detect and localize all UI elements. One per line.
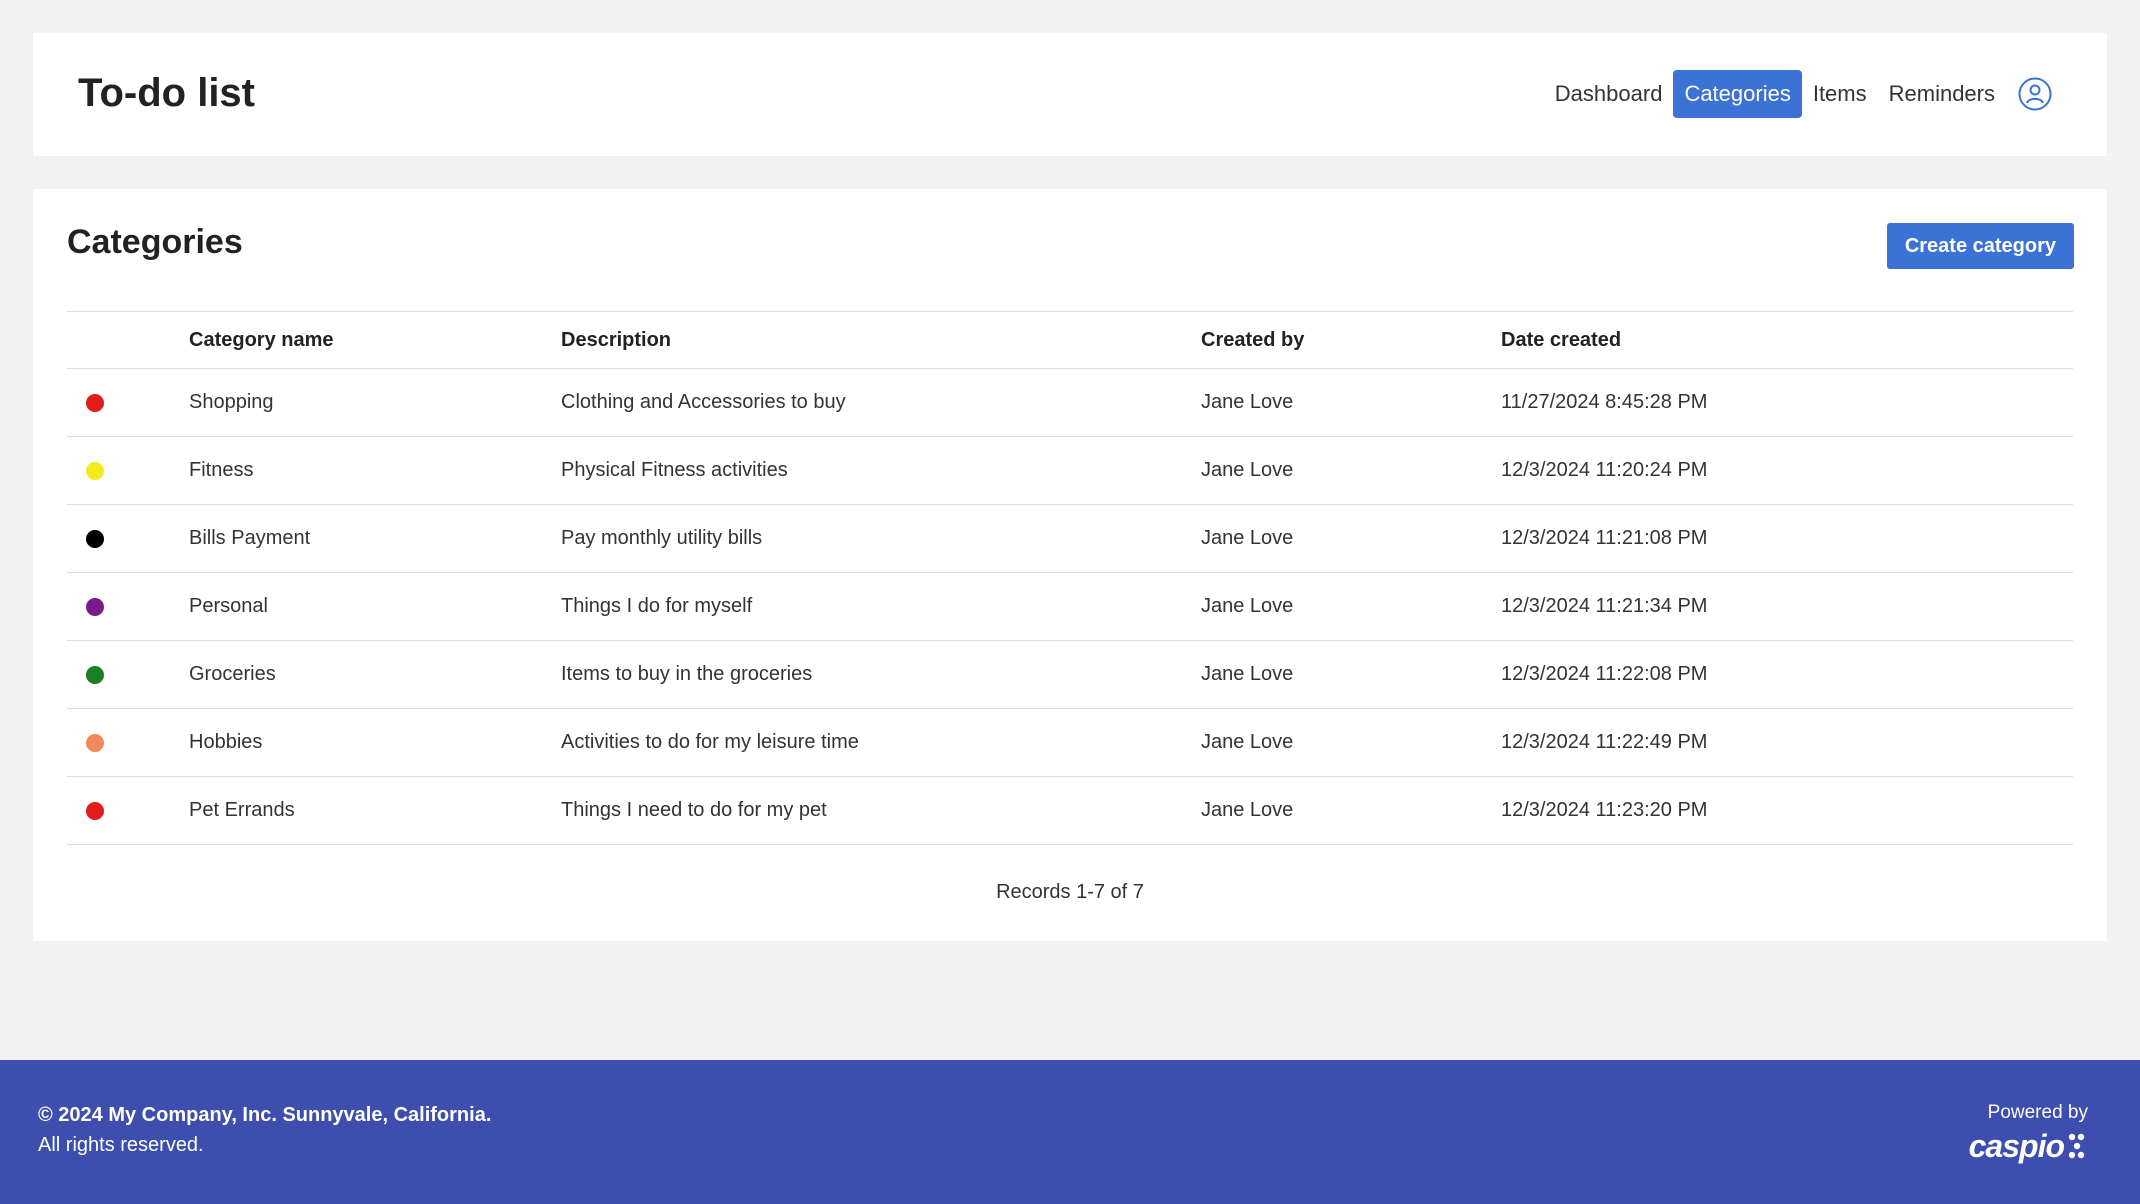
date-created-cell: 12/3/2024 11:22:49 PM — [1501, 708, 2073, 777]
brand-name: caspio — [1968, 1128, 2065, 1164]
color-cell — [67, 776, 189, 845]
page-title: Categories — [67, 223, 243, 261]
date-created-cell: 12/3/2024 11:21:34 PM — [1501, 572, 2073, 641]
table-row[interactable]: Groceries Items to buy in the groceries Ja… — [67, 640, 2073, 709]
category-name-cell: Personal — [189, 572, 561, 641]
table-row[interactable]: Fitness Physical Fitness activities Jane L… — [67, 436, 2073, 505]
category-color-dot — [86, 461, 104, 480]
color-cell — [67, 572, 189, 641]
created-by-cell: Jane Love — [1201, 504, 1501, 573]
user-circle-icon[interactable] — [2018, 77, 2052, 111]
nav-categories[interactable]: Categories — [1673, 70, 1802, 118]
footer: © 2024 My Company, Inc. Sunnyvale, Calif… — [0, 1060, 2140, 1204]
category-name-cell: Groceries — [189, 640, 561, 709]
column-header-category-name[interactable]: Category name — [189, 311, 561, 369]
category-color-dot — [86, 529, 104, 548]
caspio-logo[interactable]: caspio — [1969, 1128, 2088, 1165]
app-title: To-do list — [78, 71, 255, 115]
description-cell: Things I do for myself — [561, 572, 1201, 641]
color-cell — [67, 368, 189, 437]
date-created-cell: 11/27/2024 8:45:28 PM — [1501, 368, 2073, 437]
category-name-cell: Bills Payment — [189, 504, 561, 573]
column-header-created-by[interactable]: Created by — [1201, 311, 1501, 369]
color-cell — [67, 640, 189, 709]
column-header-description[interactable]: Description — [561, 311, 1201, 369]
category-name-cell: Hobbies — [189, 708, 561, 777]
description-cell: Clothing and Accessories to buy — [561, 368, 1201, 437]
header-bar: To-do list Dashboard Categories Items Re… — [33, 33, 2107, 156]
category-color-dot — [86, 801, 104, 820]
date-created-cell: 12/3/2024 11:21:08 PM — [1501, 504, 2073, 573]
nav-reminders[interactable]: Reminders — [1878, 70, 2006, 118]
categories-panel: Categories Create category Category name… — [33, 189, 2107, 941]
nav-dashboard[interactable]: Dashboard — [1544, 70, 1674, 118]
table-row[interactable]: Bills Payment Pay monthly utility bills Ja… — [67, 504, 2073, 573]
category-color-dot — [86, 733, 104, 752]
description-cell: Items to buy in the groceries — [561, 640, 1201, 709]
color-cell — [67, 504, 189, 573]
description-cell: Pay monthly utility bills — [561, 504, 1201, 573]
column-header-date-created[interactable]: Date created — [1501, 311, 2073, 369]
table-row[interactable]: Shopping Clothing and Accessories to buy J… — [67, 368, 2073, 437]
nav-items[interactable]: Items — [1802, 70, 1878, 118]
date-created-cell: 12/3/2024 11:20:24 PM — [1501, 436, 2073, 505]
category-color-dot — [86, 393, 104, 412]
date-created-cell: 12/3/2024 11:23:20 PM — [1501, 776, 2073, 845]
created-by-cell: Jane Love — [1201, 436, 1501, 505]
powered-by-text: Powered by — [1987, 1102, 2088, 1123]
main-nav: Dashboard Categories Items Reminders — [1544, 70, 2052, 118]
table-row[interactable]: Hobbies Activities to do for my leisure t… — [67, 708, 2073, 777]
created-by-cell: Jane Love — [1201, 368, 1501, 437]
category-name-cell: Shopping — [189, 368, 561, 437]
table-row[interactable]: Personal Things I do for myself Jane Love 1… — [67, 572, 2073, 641]
records-count: Records 1-7 of 7 — [996, 881, 1144, 903]
color-cell — [67, 436, 189, 505]
table-row[interactable]: Pet Errands Things I need to do for my pe… — [67, 776, 2073, 845]
created-by-cell: Jane Love — [1201, 776, 1501, 845]
create-category-button[interactable]: Create category — [1886, 223, 2074, 269]
category-color-dot — [86, 665, 104, 684]
description-cell: Physical Fitness activities — [561, 436, 1201, 505]
category-name-cell: Fitness — [189, 436, 561, 505]
categories-table: Category name Description Created by Dat… — [67, 311, 2073, 845]
created-by-cell: Jane Love — [1201, 640, 1501, 709]
rights-text: All rights reserved. — [38, 1134, 204, 1156]
date-created-cell: 12/3/2024 11:22:08 PM — [1501, 640, 2073, 709]
table-header-row: Category name Description Created by Dat… — [67, 311, 2073, 369]
copyright-text: © 2024 My Company, Inc. Sunnyvale, Calif… — [38, 1104, 492, 1126]
created-by-cell: Jane Love — [1201, 708, 1501, 777]
category-color-dot — [86, 597, 104, 616]
description-cell: Things I need to do for my pet — [561, 776, 1201, 845]
category-name-cell: Pet Errands — [189, 776, 561, 845]
description-cell: Activities to do for my leisure time — [561, 708, 1201, 777]
color-cell — [67, 708, 189, 777]
created-by-cell: Jane Love — [1201, 572, 1501, 641]
caspio-dots-icon — [2068, 1133, 2085, 1158]
color-column-header — [67, 311, 189, 369]
